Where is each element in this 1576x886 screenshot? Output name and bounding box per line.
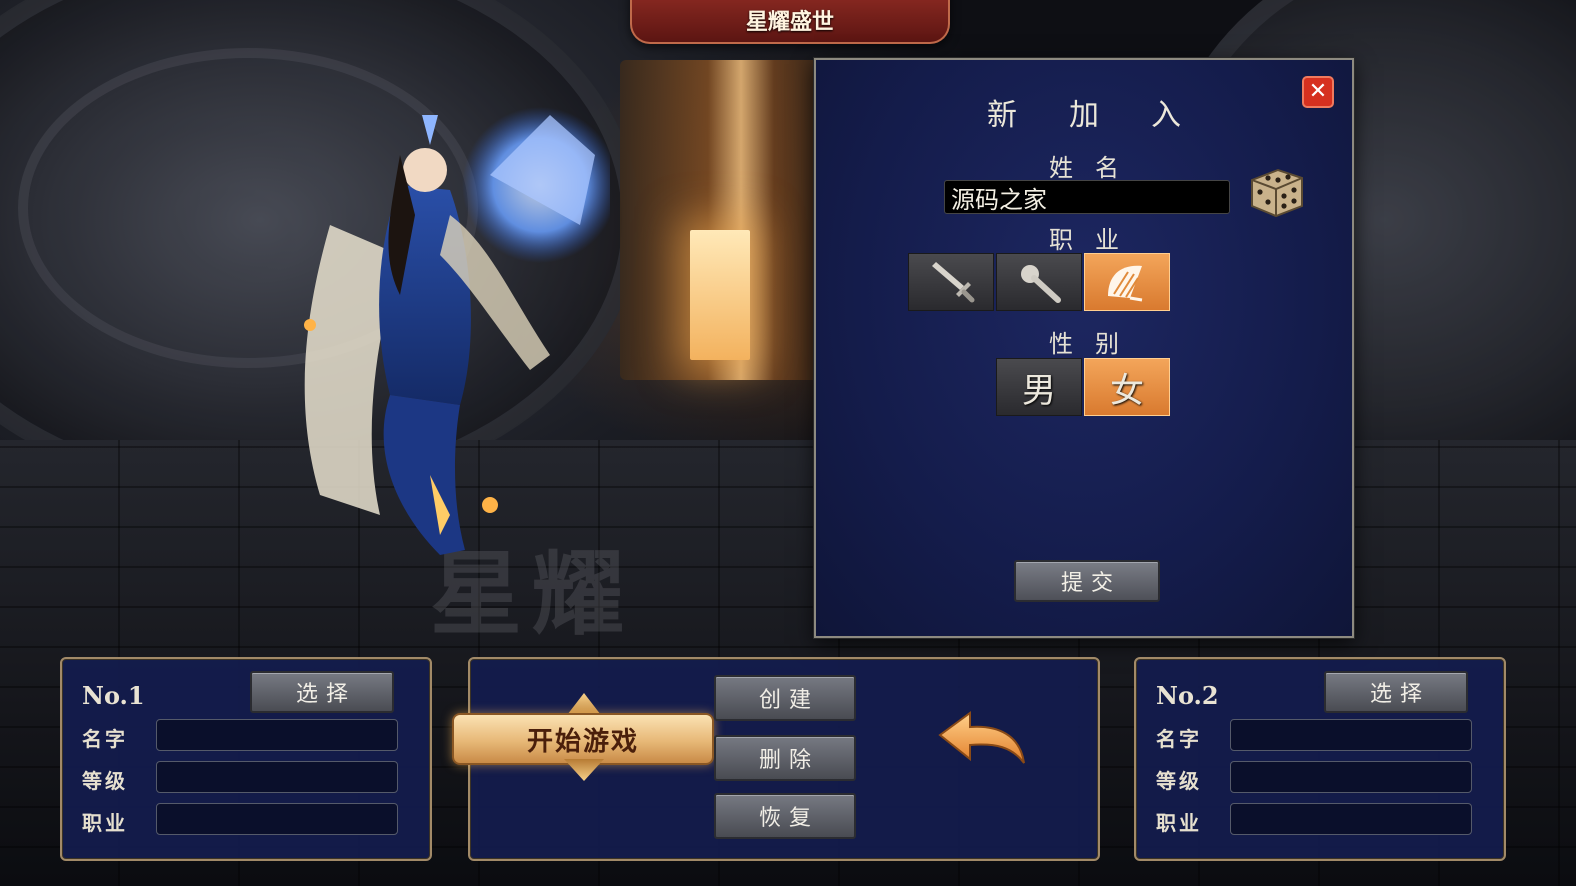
gender-option-female[interactable]: 女 [1084,358,1170,416]
back-arrow-icon[interactable] [936,707,1028,769]
select-label: 选择 [295,682,356,707]
slot-level-value [1230,761,1472,793]
action-panel: 开始游戏 创建 删除 恢复 [452,657,1100,861]
slot-level-value [156,761,398,793]
sword-icon [932,262,975,303]
close-button[interactable]: ✕ [1302,76,1334,108]
delete-label: 删除 [758,748,819,773]
submit-label: 提交 [1060,571,1121,596]
slot-class-value [156,803,398,835]
start-game-button[interactable]: 开始游戏 [434,693,724,781]
name-label: 名字 [1156,727,1202,751]
level-label: 等级 [1156,769,1202,793]
gender-selector: 男 女 [996,358,1170,416]
gate-light [690,230,750,360]
slot-class-value [1230,803,1472,835]
gender-male-label: 男 [1022,370,1056,411]
restore-label: 恢复 [758,806,819,831]
close-icon: ✕ [1308,79,1328,104]
class-label: 职业 [82,811,128,835]
crest-bottom-ornament [564,759,604,781]
select-label: 选择 [1369,682,1430,707]
server-name: 星耀盛世 [745,10,834,35]
class-label: 职业 [1156,811,1202,835]
slot-name-value [1230,719,1472,751]
level-label: 等级 [82,769,128,793]
select-button-slot-1[interactable]: 选择 [250,671,394,713]
class-selector [908,253,1170,311]
delete-button[interactable]: 删除 [714,735,856,781]
character-slot-1: No.1 选择 名字 等级 职业 [60,657,432,861]
server-banner: 星耀盛世 [630,0,950,44]
class-option-mage[interactable] [996,253,1082,311]
random-name-dice-icon[interactable] [1246,164,1306,220]
class-option-warrior[interactable] [908,253,994,311]
class-label: 职业 [1049,226,1141,254]
submit-button[interactable]: 提交 [1014,560,1160,602]
create-character-dialog: 新加入 ✕ 姓名 职业 [814,58,1354,638]
gender-label: 性别 [1049,330,1141,358]
staff-icon [1021,265,1061,303]
character-name-input[interactable] [944,180,1230,214]
gender-option-male[interactable]: 男 [996,358,1082,416]
character-figure [304,107,610,555]
select-button-slot-2[interactable]: 选择 [1324,671,1468,713]
create-button[interactable]: 创建 [714,675,856,721]
restore-button[interactable]: 恢复 [714,793,856,839]
fan-icon [1108,265,1143,302]
start-game-label: 开始游戏 [526,726,639,757]
class-option-taoist[interactable] [1084,253,1170,311]
slot-number: No.1 [82,681,145,710]
start-game-plate: 开始游戏 [452,713,714,765]
slot-number: No.2 [1156,681,1219,710]
create-label: 创建 [758,688,819,713]
dialog-title: 新加入 [987,98,1233,133]
gender-female-label: 女 [1110,370,1144,411]
name-label: 名字 [82,727,128,751]
slot-name-value [156,719,398,751]
character-slot-2: No.2 选择 名字 等级 职业 [1134,657,1506,861]
